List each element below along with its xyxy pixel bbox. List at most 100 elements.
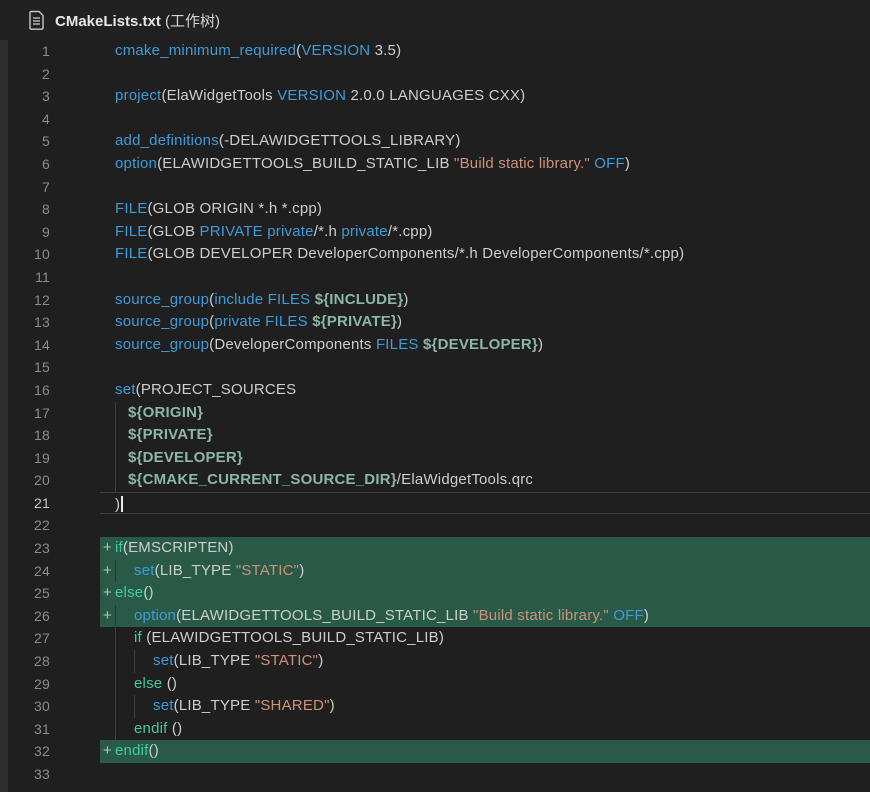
- code-token: (LIB_TYPE: [174, 697, 255, 714]
- code-line-content: [100, 266, 870, 289]
- code-line[interactable]: 21): [0, 492, 870, 515]
- editor-tab-header[interactable]: CMakeLists.txt (工作树): [0, 0, 870, 40]
- code-token: add_definitions: [115, 132, 219, 149]
- diff-added-marker: +: [103, 537, 112, 560]
- code-token: ): [115, 496, 120, 513]
- line-number: 32: [0, 740, 50, 763]
- code-token: (GLOB: [147, 223, 199, 240]
- line-number: 16: [0, 379, 50, 402]
- line-number: 27: [0, 627, 50, 650]
- code-line[interactable]: 26+option(ELAWIDGETTOOLS_BUILD_STATIC_LI…: [0, 605, 870, 628]
- line-number: 29: [0, 673, 50, 696]
- indent-guide: [134, 695, 153, 718]
- code-token: FILE: [115, 223, 147, 240]
- code-line-content: FILE(GLOB PRIVATE private/*.h private/*.…: [100, 221, 870, 244]
- line-number: 13: [0, 311, 50, 334]
- code-token: ): [299, 562, 304, 579]
- indent-guide: [115, 447, 128, 470]
- line-number: 22: [0, 514, 50, 537]
- code-line[interactable]: 2: [0, 63, 870, 86]
- code-line[interactable]: 4: [0, 108, 870, 131]
- code-line[interactable]: 27 if (ELAWIDGETTOOLS_BUILD_STATIC_LIB): [0, 627, 870, 650]
- code-line[interactable]: 25+else(): [0, 582, 870, 605]
- code-line[interactable]: 7: [0, 176, 870, 199]
- code-token: ): [330, 697, 335, 714]
- diff-added-marker: +: [103, 560, 112, 583]
- code-line[interactable]: 20${CMAKE_CURRENT_SOURCE_DIR}/ElaWidgetT…: [0, 469, 870, 492]
- code-line-content: source_group(include FILES ${INCLUDE}): [100, 289, 870, 312]
- code-line-content: ${ORIGIN}: [100, 402, 870, 425]
- file-title: CMakeLists.txt (工作树): [55, 10, 220, 31]
- code-line[interactable]: 22: [0, 514, 870, 537]
- line-number: 4: [0, 108, 50, 131]
- indent-guide: [115, 627, 134, 650]
- code-line[interactable]: 3project(ElaWidgetTools VERSION 2.0.0 LA…: [0, 85, 870, 108]
- code-token: ${DEVELOPER}: [423, 336, 538, 353]
- code-token: endif: [115, 742, 149, 759]
- code-line[interactable]: 15: [0, 356, 870, 379]
- code-token: if: [115, 539, 123, 556]
- code-line[interactable]: 13source_group(private FILES ${PRIVATE}): [0, 311, 870, 334]
- code-line[interactable]: 19${DEVELOPER}: [0, 447, 870, 470]
- code-token: else: [134, 675, 162, 692]
- code-line-content: option(ELAWIDGETTOOLS_BUILD_STATIC_LIB "…: [100, 153, 870, 176]
- code-editor[interactable]: 1cmake_minimum_required(VERSION 3.5)23pr…: [0, 40, 870, 786]
- code-token: ${PRIVATE}: [128, 426, 213, 443]
- code-line[interactable]: 6 option(ELAWIDGETTOOLS_BUILD_STATIC_LIB …: [0, 153, 870, 176]
- code-token: (LIB_TYPE: [174, 652, 255, 669]
- line-number: 1: [0, 40, 50, 63]
- code-token: set: [134, 562, 155, 579]
- code-line-content: ): [100, 492, 870, 515]
- code-line[interactable]: 31endif (): [0, 718, 870, 741]
- diff-added-marker: +: [103, 605, 112, 628]
- code-token: VERSION: [277, 87, 346, 104]
- line-number: 17: [0, 402, 50, 425]
- code-line[interactable]: 11: [0, 266, 870, 289]
- code-line-content: source_group(DeveloperComponents FILES $…: [100, 334, 870, 357]
- line-number: 31: [0, 718, 50, 741]
- code-line[interactable]: 16 set(PROJECT_SOURCES: [0, 379, 870, 402]
- indent-guide: [115, 718, 134, 741]
- code-line[interactable]: 23+if(EMSCRIPTEN): [0, 537, 870, 560]
- code-line[interactable]: 5add_definitions(-DELAWIDGETTOOLS_LIBRAR…: [0, 130, 870, 153]
- text-cursor: [121, 496, 123, 512]
- code-line[interactable]: 1cmake_minimum_required(VERSION 3.5): [0, 40, 870, 63]
- code-line[interactable]: 18${PRIVATE}: [0, 424, 870, 447]
- indent-guide: [115, 650, 134, 673]
- code-token: PRIVATE: [200, 223, 263, 240]
- code-line[interactable]: 14source_group(DeveloperComponents FILES…: [0, 334, 870, 357]
- code-line[interactable]: 29else (): [0, 673, 870, 696]
- code-token: ${PRIVATE}: [312, 313, 397, 330]
- line-number: 6: [0, 153, 50, 176]
- code-line[interactable]: 10FILE(GLOB DEVELOPER DeveloperComponent…: [0, 243, 870, 266]
- code-line[interactable]: 30set(LIB_TYPE "SHARED"): [0, 695, 870, 718]
- code-line[interactable]: 9FILE(GLOB PRIVATE private/*.h private/*…: [0, 221, 870, 244]
- code-line-content: [100, 514, 870, 537]
- code-token: set: [115, 381, 136, 398]
- indent-guide: [115, 560, 134, 583]
- code-line[interactable]: 8FILE(GLOB ORIGIN *.h *.cpp): [0, 198, 870, 221]
- code-token: include: [214, 291, 263, 308]
- code-line[interactable]: 28set(LIB_TYPE "STATIC"): [0, 650, 870, 673]
- code-token: option: [134, 607, 176, 624]
- code-token: ${DEVELOPER}: [128, 449, 243, 466]
- code-token: (): [149, 742, 159, 759]
- code-token: OFF: [594, 155, 625, 172]
- code-token: ${CMAKE_CURRENT_SOURCE_DIR}: [128, 471, 397, 488]
- code-token: (ELAWIDGETTOOLS_BUILD_STATIC_LIB): [142, 629, 444, 646]
- code-line[interactable]: 17 ${ORIGIN}: [0, 402, 870, 425]
- code-token: FILES: [265, 313, 308, 330]
- code-line[interactable]: 24+set(LIB_TYPE "STATIC"): [0, 560, 870, 583]
- code-token: ${INCLUDE}: [315, 291, 404, 308]
- line-number: 3: [0, 85, 50, 108]
- code-token: ${ORIGIN}: [128, 404, 203, 421]
- code-token: if: [134, 629, 142, 646]
- code-line[interactable]: 12source_group(include FILES ${INCLUDE}): [0, 289, 870, 312]
- code-line-content: set(LIB_TYPE "STATIC"): [100, 650, 870, 673]
- code-line[interactable]: 33: [0, 763, 870, 786]
- code-token: (PROJECT_SOURCES: [136, 381, 297, 398]
- code-line[interactable]: 32+endif(): [0, 740, 870, 763]
- code-token: (): [168, 720, 183, 737]
- line-number: 11: [0, 266, 50, 289]
- indent-guide: [115, 469, 128, 492]
